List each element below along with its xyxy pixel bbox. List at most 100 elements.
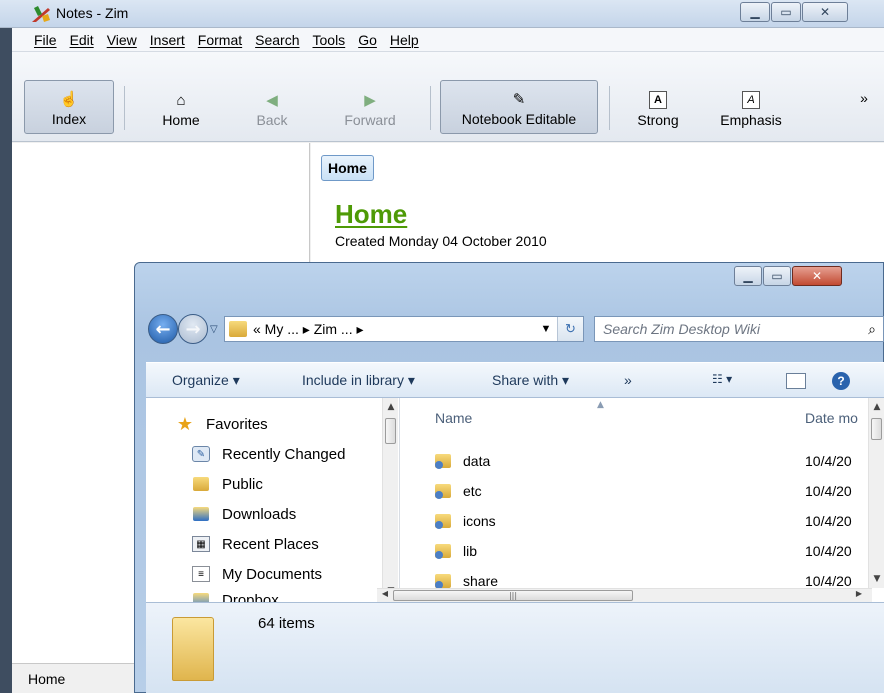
nav-item-recent-places[interactable]: ▦ Recent Places — [192, 532, 319, 556]
menu-view[interactable]: View — [107, 32, 137, 48]
file-row[interactable]: data 10/4/20 — [435, 450, 875, 472]
back-button[interactable]: ◀ Back — [242, 80, 302, 134]
sort-ascending-icon: ▲ — [597, 400, 604, 410]
folder-icon — [435, 484, 451, 499]
menu-insert[interactable]: Insert — [150, 32, 185, 48]
forward-arrow-icon: → — [185, 318, 201, 340]
search-icon[interactable]: ⌕ — [861, 321, 883, 338]
column-header-name[interactable]: Name — [435, 410, 472, 426]
file-list-horizontal-scrollbar[interactable]: ◀ ||| ▶ — [377, 588, 872, 602]
file-name: lib — [463, 543, 478, 559]
file-row[interactable]: icons 10/4/20 — [435, 510, 875, 532]
emphasis-label: Emphasis — [720, 112, 782, 128]
toolbar: ☝ Index ⌂ Home ◀ Back ▶ Forward ✎ Notebo… — [12, 52, 884, 142]
refresh-button[interactable]: ↻ — [557, 317, 583, 341]
file-list[interactable]: ▲ Name Date mo data 10/4/20 etc 10/4/20 … — [401, 398, 884, 602]
menu-format[interactable]: Format — [198, 32, 242, 48]
nav-item-dropbox[interactable]: Dropbox — [192, 588, 279, 602]
folder-icon — [435, 514, 451, 529]
minimize-button[interactable]: ▁ — [740, 2, 770, 22]
large-folder-icon — [172, 617, 214, 681]
scroll-right-icon[interactable]: ▶ — [851, 589, 867, 598]
help-icon[interactable]: ? — [832, 372, 850, 390]
scroll-left-icon[interactable]: ◀ — [377, 589, 393, 598]
address-dropdown-icon[interactable]: ▼ — [535, 323, 557, 335]
index-label: Index — [51, 111, 87, 127]
file-row[interactable]: lib 10/4/20 — [435, 540, 875, 562]
back-button[interactable]: ← — [148, 314, 178, 344]
column-header-date[interactable]: Date mo — [805, 410, 858, 426]
address-bar[interactable]: « My ... ▸ Zim ... ▸ ▼ ↻ — [224, 316, 584, 342]
nav-item-favorites[interactable]: ★ Favorites — [176, 412, 268, 436]
toolbar-overflow-button[interactable]: » — [852, 80, 876, 134]
strong-button[interactable]: A Strong — [626, 80, 690, 134]
nav-item-label: Public — [222, 475, 263, 493]
file-list-scrollbar[interactable]: ▲ ▼ — [868, 398, 884, 588]
maximize-button[interactable]: ▭ — [771, 2, 801, 22]
documents-icon: ≡ — [192, 566, 210, 582]
scrollbar-thumb[interactable] — [871, 418, 882, 440]
menu-go[interactable]: Go — [358, 32, 377, 48]
menu-help[interactable]: Help — [390, 32, 419, 48]
folder-icon — [229, 321, 247, 337]
preview-pane-icon[interactable] — [786, 373, 806, 389]
forward-button[interactable]: ▶ Forward — [330, 80, 410, 134]
nav-item-downloads[interactable]: Downloads — [192, 502, 296, 526]
menu-edit[interactable]: Edit — [70, 32, 94, 48]
page-heading[interactable]: Home — [335, 199, 407, 230]
scrollbar-thumb[interactable]: ||| — [393, 590, 633, 601]
address-breadcrumb[interactable]: « My ... ▸ Zim ... ▸ — [253, 321, 535, 338]
navigation-pane[interactable]: ★ Favorites ✎ Recently Changed Public Do… — [146, 398, 400, 602]
folder-icon — [435, 574, 451, 589]
nav-item-label: My Documents — [222, 565, 323, 583]
forward-button[interactable]: → — [178, 314, 208, 344]
pathbar-home-button[interactable]: Home — [321, 155, 374, 181]
nav-item-label: Dropbox — [222, 591, 279, 603]
status-page-name: Home — [28, 671, 66, 687]
back-arrow-icon: ◀ — [266, 92, 278, 109]
nav-item-public[interactable]: Public — [192, 472, 263, 496]
maximize-button[interactable]: ▭ — [763, 266, 791, 286]
nav-item-label: Recently Changed — [222, 445, 346, 463]
file-name: data — [463, 453, 491, 469]
menu-tools[interactable]: Tools — [313, 32, 346, 48]
index-toggle-button[interactable]: ☝ Index — [24, 80, 114, 134]
share-with-menu[interactable]: Share with ▾ — [492, 372, 569, 389]
menubar: File Edit View Insert Format Search Tool… — [12, 28, 884, 52]
explorer-window: ▁ ▭ ✕ ← → ▽ « My ... ▸ Zim ... ▸ ▼ ↻ ⌕ O… — [134, 262, 884, 693]
nav-item-my-documents[interactable]: ≡ My Documents — [192, 562, 322, 586]
navigation-pane-scrollbar[interactable]: ▲ ▼ — [382, 398, 398, 602]
home-button[interactable]: ⌂ Home — [146, 80, 216, 134]
edit-pencil-icon: ✎ — [512, 91, 526, 108]
change-view-icon[interactable]: ☷ ▾ — [712, 372, 732, 386]
scrollbar-thumb[interactable] — [385, 418, 396, 444]
emphasis-button[interactable]: A Emphasis — [706, 80, 796, 134]
recent-pages-dropdown-icon[interactable]: ▽ — [210, 324, 218, 335]
file-date: 10/4/20 — [805, 483, 852, 499]
scroll-up-icon[interactable]: ▲ — [383, 402, 399, 412]
bold-icon: A — [649, 91, 667, 109]
menu-search[interactable]: Search — [255, 32, 299, 48]
include-in-library-menu[interactable]: Include in library ▾ — [302, 372, 415, 389]
zim-titlebar[interactable]: Notes - Zim ▁ ▭ ✕ — [0, 0, 884, 28]
minimize-button[interactable]: ▁ — [734, 266, 762, 286]
folder-icon — [435, 454, 451, 469]
file-row[interactable]: etc 10/4/20 — [435, 480, 875, 502]
nav-item-label: Downloads — [222, 505, 297, 523]
more-commands-button[interactable]: » — [624, 372, 632, 388]
organize-menu[interactable]: Organize ▾ — [172, 372, 240, 389]
close-button[interactable]: ✕ — [792, 266, 842, 286]
nav-item-recently-changed[interactable]: ✎ Recently Changed — [192, 442, 345, 466]
page-created-text[interactable]: Created Monday 04 October 2010 — [335, 233, 547, 249]
toolbar-separator — [430, 86, 431, 130]
close-button[interactable]: ✕ — [802, 2, 848, 22]
search-input[interactable] — [595, 320, 861, 338]
menu-file[interactable]: File — [34, 32, 57, 48]
search-box[interactable]: ⌕ — [594, 316, 884, 342]
home-label: Home — [162, 112, 200, 128]
file-date: 10/4/20 — [805, 543, 852, 559]
notebook-editable-toggle[interactable]: ✎ Notebook Editable — [440, 80, 598, 134]
scroll-up-icon[interactable]: ▲ — [869, 402, 884, 412]
scroll-down-icon[interactable]: ▼ — [869, 574, 884, 584]
nav-item-label: Favorites — [206, 415, 268, 433]
